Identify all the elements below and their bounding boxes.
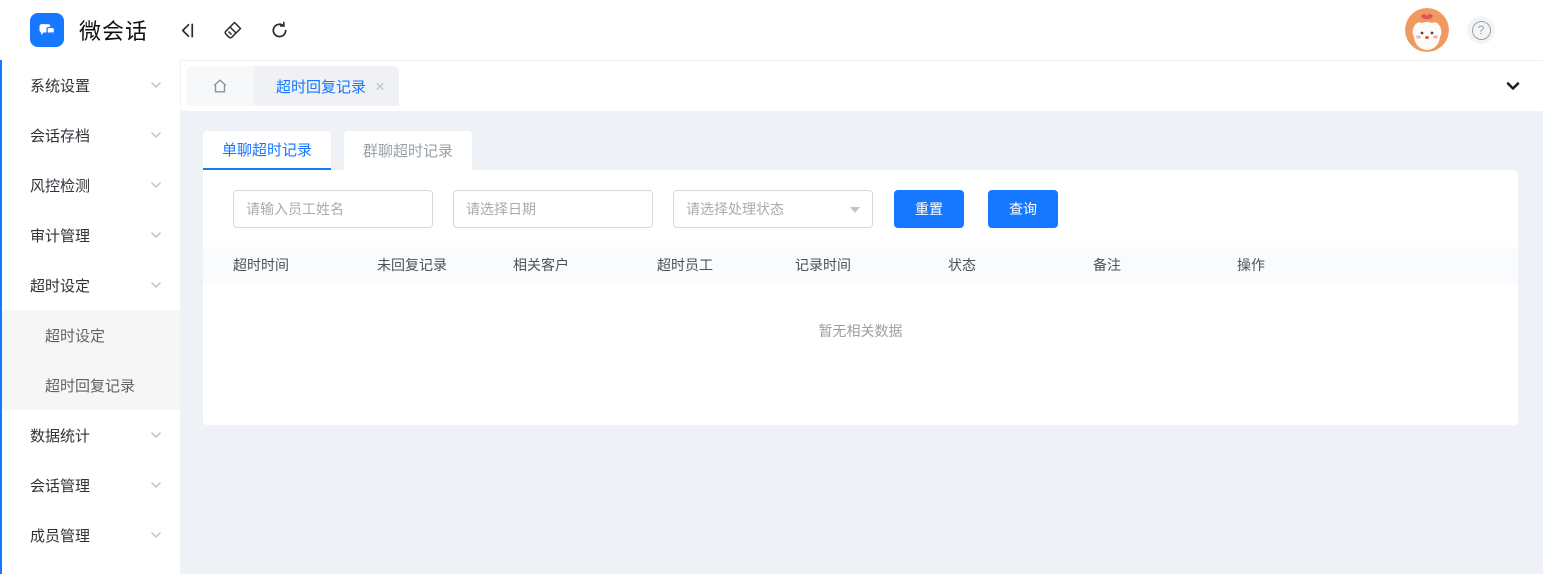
tags-bar: 超时回复记录 ×	[181, 60, 1543, 111]
sidebar: 系统设置 会话存档 风控检测 审计管理 超时设定 超时设定 超时回复记录 数据统…	[0, 60, 181, 574]
status-select-placeholder: 请选择处理状态	[686, 199, 784, 219]
submenu-label: 超时设定	[45, 325, 105, 346]
close-icon[interactable]: ×	[375, 78, 385, 95]
sidebar-item-data-statistics[interactable]: 数据统计	[0, 410, 180, 460]
sidebar-item-session-management[interactable]: 会话管理	[0, 460, 180, 510]
timeout-submenu: 超时设定 超时回复记录	[0, 310, 180, 410]
chevron-down-icon	[150, 529, 162, 541]
collapse-sidebar-icon[interactable]	[176, 19, 198, 41]
col-timeout-employee: 超时员工	[657, 255, 795, 275]
caret-down-icon	[850, 207, 860, 213]
sidebar-item-audit-management[interactable]: 审计管理	[0, 210, 180, 260]
home-icon	[211, 77, 229, 95]
empty-state-text: 暂无相关数据	[819, 323, 903, 339]
app-header: 微会话	[0, 0, 1543, 60]
content-area: 单聊超时记录 群聊超时记录 请选择处理状态 重置 查询 超时时间	[181, 111, 1543, 425]
menu-label: 数据统计	[30, 425, 150, 446]
col-related-customer: 相关客户	[513, 255, 657, 275]
menu-label: 风控检测	[30, 175, 150, 196]
menu-label: 审计管理	[30, 225, 150, 246]
chevron-down-icon	[1505, 78, 1521, 94]
sidebar-subitem-timeout-setting[interactable]: 超时设定	[0, 310, 180, 360]
tag-label: 超时回复记录	[276, 76, 366, 97]
tab-label: 单聊超时记录	[222, 139, 312, 160]
col-timeout-time: 超时时间	[233, 255, 377, 275]
submenu-label: 超时回复记录	[45, 375, 135, 396]
chevron-down-icon	[150, 229, 162, 241]
chevron-down-icon	[150, 479, 162, 491]
records-table: 超时时间 未回复记录 相关客户 超时员工 记录时间 状态 备注 操作 暂无相关数…	[203, 247, 1518, 425]
menu-label: 系统设置	[30, 75, 150, 96]
sidebar-item-system-settings[interactable]: 系统设置	[0, 60, 180, 110]
home-tab[interactable]	[186, 66, 254, 106]
tab-label: 群聊超时记录	[363, 140, 453, 161]
menu-label: 会话管理	[30, 475, 150, 496]
status-select[interactable]: 请选择处理状态	[673, 190, 873, 228]
col-record-time: 记录时间	[795, 255, 948, 275]
tab-timeout-reply-records[interactable]: 超时回复记录 ×	[254, 66, 399, 106]
date-picker-input[interactable]	[453, 190, 653, 228]
tab-single-chat-timeout[interactable]: 单聊超时记录	[203, 131, 331, 170]
table-header-row: 超时时间 未回复记录 相关客户 超时员工 记录时间 状态 备注 操作	[203, 247, 1518, 283]
sidebar-subitem-timeout-reply-records[interactable]: 超时回复记录	[0, 360, 180, 410]
search-button[interactable]: 查询	[988, 190, 1058, 228]
app-logo-icon	[30, 13, 64, 47]
menu-label: 成员管理	[30, 525, 150, 546]
help-glyph: ?	[1472, 21, 1491, 40]
col-remarks: 备注	[1093, 255, 1237, 275]
chevron-down-icon	[150, 279, 162, 291]
reset-button[interactable]: 重置	[894, 190, 964, 228]
col-status: 状态	[948, 255, 1093, 275]
chevron-down-icon	[150, 179, 162, 191]
col-unreplied-records: 未回复记录	[377, 255, 513, 275]
user-avatar[interactable]	[1405, 8, 1449, 52]
tab-group-chat-timeout[interactable]: 群聊超时记录	[344, 131, 472, 170]
records-card: 请选择处理状态 重置 查询 超时时间 未回复记录 相关客户 超时员工 记录时间 …	[203, 170, 1518, 425]
menu-label: 超时设定	[30, 275, 150, 296]
employee-name-input[interactable]	[233, 190, 433, 228]
sidebar-item-risk-detection[interactable]: 风控检测	[0, 160, 180, 210]
menu-label: 会话存档	[30, 125, 150, 146]
refresh-icon[interactable]	[268, 19, 290, 41]
chevron-down-icon	[150, 129, 162, 141]
tags-dropdown-button[interactable]	[1495, 66, 1531, 106]
filter-bar: 请选择处理状态 重置 查询	[203, 170, 1518, 228]
col-operation: 操作	[1237, 255, 1518, 275]
clean-cache-icon[interactable]	[222, 19, 244, 41]
chevron-down-icon	[150, 79, 162, 91]
chevron-down-icon	[150, 429, 162, 441]
main-area: 超时回复记录 × 单聊超时记录 群聊超时记录 请选择处理状态	[181, 60, 1543, 574]
sidebar-item-member-management[interactable]: 成员管理	[0, 510, 180, 560]
empty-state: 暂无相关数据	[203, 283, 1518, 425]
help-icon[interactable]: ?	[1467, 16, 1495, 44]
sidebar-item-session-archive[interactable]: 会话存档	[0, 110, 180, 160]
record-tabs: 单聊超时记录 群聊超时记录	[203, 131, 1518, 170]
sidebar-item-timeout-settings[interactable]: 超时设定	[0, 260, 180, 310]
app-title: 微会话	[79, 14, 148, 46]
